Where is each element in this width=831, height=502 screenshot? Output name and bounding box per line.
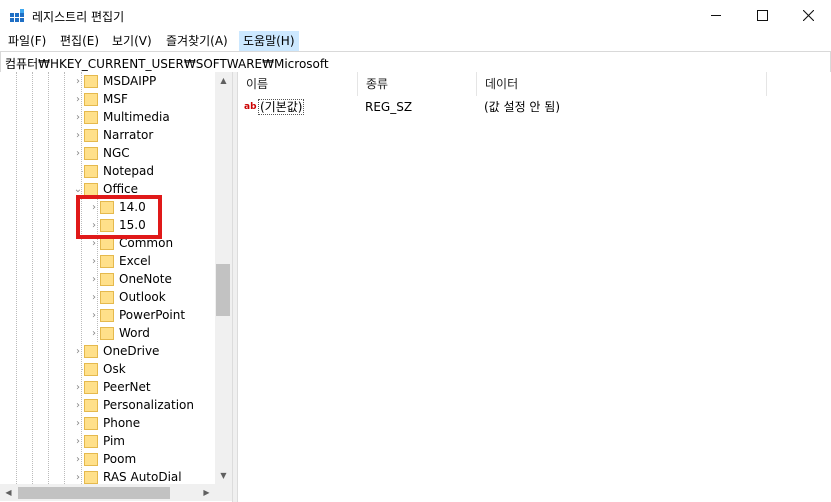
folder-icon (84, 92, 98, 106)
folder-icon (84, 362, 98, 376)
address-path: 컴퓨터₩HKEY_CURRENT_USER₩SOFTWARE₩Microsoft (5, 57, 329, 71)
expand-arrow-icon[interactable]: › (88, 270, 100, 288)
column-header-type[interactable]: 종류 (358, 72, 477, 96)
highlight-box (76, 195, 162, 239)
folder-icon (84, 110, 98, 124)
expand-arrow-icon[interactable]: › (72, 144, 84, 162)
folder-icon (84, 434, 98, 448)
folder-icon (84, 146, 98, 160)
window-title: 레지스트리 편집기 (32, 10, 125, 24)
tree-item[interactable]: › OneNote (88, 270, 172, 288)
tree-item[interactable]: › PowerPoint (88, 306, 185, 324)
scroll-down-arrow-icon[interactable]: ▼ (215, 467, 232, 484)
menu-edit[interactable]: 편집(E) (56, 31, 103, 51)
close-button[interactable] (785, 0, 831, 31)
expand-arrow-icon[interactable]: › (88, 252, 100, 270)
tree-item[interactable]: Osk (72, 360, 126, 378)
expand-arrow-icon[interactable]: › (72, 72, 84, 90)
menu-favorites[interactable]: 즐겨찾기(A) (162, 31, 232, 51)
expand-arrow-icon[interactable]: › (72, 378, 84, 396)
menu-file[interactable]: 파일(F) (4, 31, 50, 51)
expand-arrow-icon[interactable]: › (72, 414, 84, 432)
folder-icon (84, 128, 98, 142)
tree-item[interactable]: › PeerNet (72, 378, 151, 396)
tree-item[interactable]: › Multimedia (72, 108, 170, 126)
values-list: 이름 종류 데이터 (기본값) REG_SZ (값 설정 안 됨) (238, 72, 831, 502)
folder-icon (84, 344, 98, 358)
folder-icon (84, 452, 98, 466)
tree-item[interactable]: › NGC (72, 144, 130, 162)
close-icon (802, 10, 814, 21)
tree-item[interactable]: › Word (88, 324, 150, 342)
tree-item[interactable]: › Excel (88, 252, 151, 270)
tree-item[interactable]: › Pim (72, 432, 125, 450)
expand-arrow-icon[interactable]: › (88, 324, 100, 342)
expand-arrow-icon[interactable]: › (72, 396, 84, 414)
tree-item[interactable]: › MSF (72, 90, 128, 108)
tree-item[interactable]: › OneDrive (72, 342, 159, 360)
tree-item[interactable]: › Personalization (72, 396, 194, 414)
tree-item[interactable]: Notepad (72, 162, 154, 180)
maximize-icon (756, 10, 768, 21)
value-name: (기본값) (258, 99, 305, 115)
key-tree: › MSDAIPP › MSF › Multimedia › Narrator › NGC… (0, 72, 232, 502)
value-type: REG_SZ (365, 100, 413, 114)
tree-item[interactable]: › Narrator (72, 126, 153, 144)
expand-arrow-icon[interactable]: › (72, 342, 84, 360)
expand-arrow-icon[interactable]: › (88, 306, 100, 324)
tree-item[interactable]: › Poom (72, 450, 136, 468)
folder-icon (100, 272, 114, 286)
registry-editor-icon (10, 9, 24, 22)
scroll-right-arrow-icon[interactable]: ▶ (198, 484, 215, 501)
tree-scroll-thumb[interactable] (216, 264, 230, 316)
address-bar[interactable]: 컴퓨터₩HKEY_CURRENT_USER₩SOFTWARE₩Microsoft (0, 51, 831, 73)
menu-help[interactable]: 도움말(H) (239, 31, 299, 51)
string-value-icon: ab (244, 102, 257, 112)
folder-open-icon (84, 182, 98, 196)
folder-icon (100, 254, 114, 268)
folder-icon (84, 380, 98, 394)
tree-item[interactable]: › MSDAIPP (72, 72, 156, 90)
expand-arrow-icon[interactable]: › (72, 432, 84, 450)
column-header-name[interactable]: 이름 (238, 72, 358, 96)
folder-icon (84, 398, 98, 412)
folder-icon (84, 416, 98, 430)
expand-arrow-icon[interactable]: › (88, 288, 100, 306)
folder-icon (84, 470, 98, 484)
expand-arrow-icon[interactable]: › (72, 90, 84, 108)
menu-bar: 파일(F) 편집(E) 보기(V) 즐겨찾기(A) 도움말(H) (0, 31, 831, 51)
tree-hscroll-thumb[interactable] (18, 487, 170, 499)
folder-icon (84, 74, 98, 88)
folder-icon (100, 308, 114, 322)
folder-icon (84, 164, 98, 178)
folder-icon (100, 290, 114, 304)
expand-arrow-icon[interactable]: › (72, 450, 84, 468)
tree-item[interactable]: › Outlook (88, 288, 166, 306)
maximize-button[interactable] (739, 0, 785, 31)
expand-arrow-icon[interactable]: › (72, 126, 84, 144)
scroll-corner (215, 484, 232, 501)
scroll-up-arrow-icon[interactable]: ▲ (215, 72, 232, 89)
folder-icon (100, 326, 114, 340)
tree-item[interactable]: › Phone (72, 414, 140, 432)
title-bar: 레지스트리 편집기 (0, 0, 831, 31)
expand-arrow-icon[interactable]: › (72, 108, 84, 126)
menu-view[interactable]: 보기(V) (108, 31, 156, 51)
minimize-icon (711, 15, 721, 16)
minimize-button[interactable] (693, 0, 739, 31)
column-header-data[interactable]: 데이터 (477, 72, 767, 96)
scroll-left-arrow-icon[interactable]: ◀ (0, 484, 17, 501)
value-data: (값 설정 안 됨) (484, 100, 561, 114)
